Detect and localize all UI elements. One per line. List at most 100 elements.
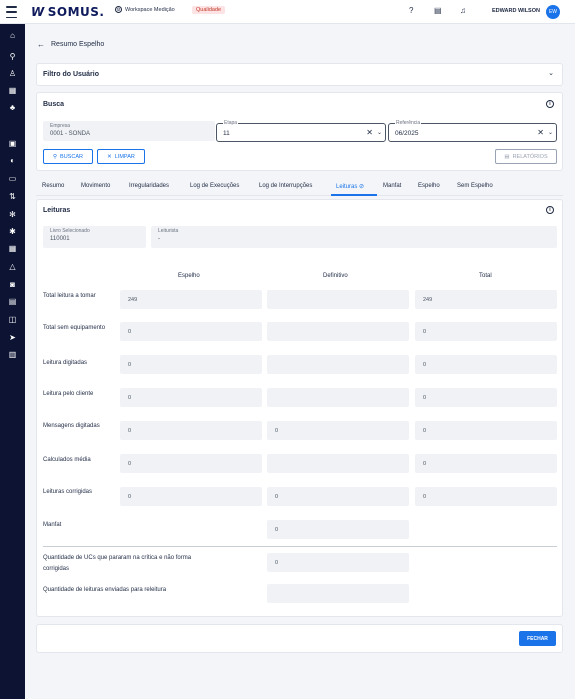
camera-icon[interactable]: ◙ bbox=[7, 280, 18, 290]
clear-icon[interactable]: ✕ bbox=[366, 128, 373, 137]
cell-value: 0 bbox=[128, 428, 132, 434]
filter-icon[interactable]: ⇅ bbox=[7, 192, 18, 202]
clear-icon[interactable]: ✕ bbox=[537, 128, 544, 137]
cell-espelho: 0 bbox=[120, 487, 262, 506]
chevron-down-icon[interactable]: ⌄ bbox=[548, 69, 554, 77]
tab-bar: Resumo Movimento Irregularidades Log de … bbox=[36, 178, 563, 196]
report-icon[interactable]: ▤ bbox=[7, 297, 18, 307]
buscar-label: BUSCAR bbox=[60, 153, 83, 160]
cell-total: 0 bbox=[415, 355, 557, 374]
sidebar: ⌂ ⚲ ♙ ▦ ♣ ▣ ◐ ▭ ⇅ ✻ ✱ ▦ △ ◙ ▤ ◫ ➤ ▥ bbox=[0, 24, 25, 699]
inbox-icon[interactable]: ◫ bbox=[7, 315, 18, 325]
cell-total: 0 bbox=[415, 454, 557, 473]
info-icon[interactable]: i bbox=[546, 100, 554, 108]
cell-value: 249 bbox=[423, 297, 433, 303]
column-header-total: Total bbox=[479, 273, 492, 279]
livro-label: Livro Selecionado bbox=[50, 228, 90, 234]
leituras-title: Leituras bbox=[43, 207, 71, 214]
row-label: Quantidade de UCs que pararam na crítica… bbox=[43, 555, 192, 572]
cell-espelho: 0 bbox=[120, 355, 262, 374]
bell-icon[interactable]: ♫ bbox=[460, 6, 466, 15]
home-icon[interactable]: ⌂ bbox=[7, 31, 18, 41]
filter-panel[interactable]: Filtro do Usuário ⌄ bbox=[36, 63, 563, 86]
tab-movimento[interactable]: Movimento bbox=[81, 183, 110, 189]
etapa-label: Etapa bbox=[223, 120, 239, 126]
send-icon[interactable]: ➤ bbox=[7, 333, 18, 343]
fechar-button[interactable]: FECHAR bbox=[519, 631, 556, 646]
message-icon[interactable]: ▭ bbox=[7, 174, 18, 184]
workspace-icon: ⚙ bbox=[115, 6, 122, 13]
receipt-icon[interactable]: ▥ bbox=[7, 350, 18, 360]
limpar-label: LIMPAR bbox=[114, 153, 135, 160]
close-icon: ✕ bbox=[107, 153, 112, 160]
livro-value: 110001 bbox=[50, 236, 70, 242]
etapa-select[interactable]: Etapa 11 ✕ ⌄ bbox=[216, 120, 386, 142]
chevron-down-icon[interactable]: ⌄ bbox=[377, 129, 382, 136]
search-icon[interactable]: ⚲ bbox=[7, 52, 18, 62]
logo: W SOMUS. bbox=[31, 5, 105, 19]
cell-espelho: 249 bbox=[120, 290, 262, 309]
cell-value: 0 bbox=[128, 329, 132, 335]
active-tab-indicator bbox=[331, 194, 377, 196]
cell-espelho: 0 bbox=[120, 421, 262, 440]
user-name[interactable]: EDWARD WILSON bbox=[492, 8, 540, 14]
report-icon: ▤ bbox=[504, 153, 510, 160]
leiturista-label: Leiturista bbox=[158, 228, 179, 234]
environment-badge: Qualidade bbox=[192, 6, 226, 14]
referencia-select[interactable]: Referência 06/2025 ✕ ⌄ bbox=[388, 120, 557, 142]
filter-title: Filtro do Usuário bbox=[43, 71, 99, 78]
cell-total: 0 bbox=[415, 322, 557, 341]
snowflake-icon[interactable]: ✻ bbox=[7, 210, 18, 220]
tab-resumo[interactable]: Resumo bbox=[42, 183, 64, 189]
warning-icon[interactable]: △ bbox=[7, 262, 18, 272]
referencia-label: Referência bbox=[395, 120, 422, 126]
cell-value: 0 bbox=[128, 362, 132, 368]
etapa-value: 11 bbox=[223, 130, 230, 137]
users-icon[interactable]: ♙ bbox=[7, 69, 18, 79]
cell-definitivo bbox=[267, 388, 409, 407]
tab-manfat[interactable]: Manfat bbox=[383, 183, 401, 189]
cell-total: 0 bbox=[415, 388, 557, 407]
limpar-button[interactable]: ✕ LIMPAR bbox=[97, 149, 145, 164]
grid-icon[interactable]: ▦ bbox=[7, 86, 18, 96]
tab-espelho[interactable]: Espelho bbox=[418, 183, 440, 189]
network-icon[interactable]: ♣ bbox=[7, 103, 18, 113]
search-panel: Busca i Empresa 0001 - SONDA Etapa 11 ✕ … bbox=[36, 92, 563, 171]
cell-total: 0 bbox=[415, 487, 557, 506]
cell-definitivo bbox=[267, 454, 409, 473]
row-label: Mensagens digitadas bbox=[43, 423, 100, 429]
tab-log-execucoes[interactable]: Log de Execuções bbox=[190, 183, 239, 189]
apps-icon[interactable]: ▦ bbox=[7, 244, 18, 254]
menu-icon[interactable] bbox=[6, 6, 17, 18]
divider bbox=[43, 546, 557, 547]
leiturista-field: Leiturista - bbox=[151, 226, 557, 248]
tab-sem-espelho[interactable]: Sem Espelho bbox=[457, 183, 493, 189]
chevron-down-icon[interactable]: ⌄ bbox=[548, 129, 553, 136]
relatorios-label: RELATÓRIOS bbox=[512, 153, 548, 160]
tab-leituras[interactable]: Leituras ⊘ bbox=[336, 183, 364, 190]
calendar-icon[interactable]: ▣ bbox=[7, 139, 18, 149]
workspace-selector[interactable]: ⚙ Workspace Medição bbox=[115, 6, 175, 13]
cell-espelho: 0 bbox=[120, 322, 262, 341]
buscar-button[interactable]: ⚲ BUSCAR bbox=[43, 149, 93, 164]
chart-icon[interactable]: ◐ bbox=[7, 156, 18, 166]
cell-value: 0 bbox=[128, 494, 132, 500]
empresa-label: Empresa bbox=[50, 123, 71, 129]
row-label: Leituras corrigidas bbox=[43, 489, 93, 495]
tab-log-interrupcoes[interactable]: Log de Interrupções bbox=[259, 183, 312, 189]
document-icon[interactable]: ▤ bbox=[434, 6, 442, 15]
cell-espelho: 0 bbox=[120, 388, 262, 407]
cell-value-box: 0 bbox=[267, 553, 409, 572]
info-icon[interactable]: i bbox=[546, 206, 554, 214]
cell-definitivo: 0 bbox=[267, 421, 409, 440]
back-button[interactable]: ← Resumo Espelho bbox=[37, 40, 104, 49]
cell-value: 0 bbox=[423, 329, 427, 335]
cell-definitivo: 0 bbox=[267, 520, 409, 539]
help-icon[interactable]: ? bbox=[409, 6, 413, 15]
relatorios-button[interactable]: ▤ RELATÓRIOS bbox=[495, 149, 557, 164]
cell-total: 249 bbox=[415, 290, 557, 309]
page-title: Resumo Espelho bbox=[51, 41, 105, 48]
snowflake-icon[interactable]: ✱ bbox=[7, 227, 18, 237]
avatar[interactable]: EW bbox=[546, 5, 560, 19]
tab-irregularidades[interactable]: Irregularidades bbox=[129, 183, 169, 189]
